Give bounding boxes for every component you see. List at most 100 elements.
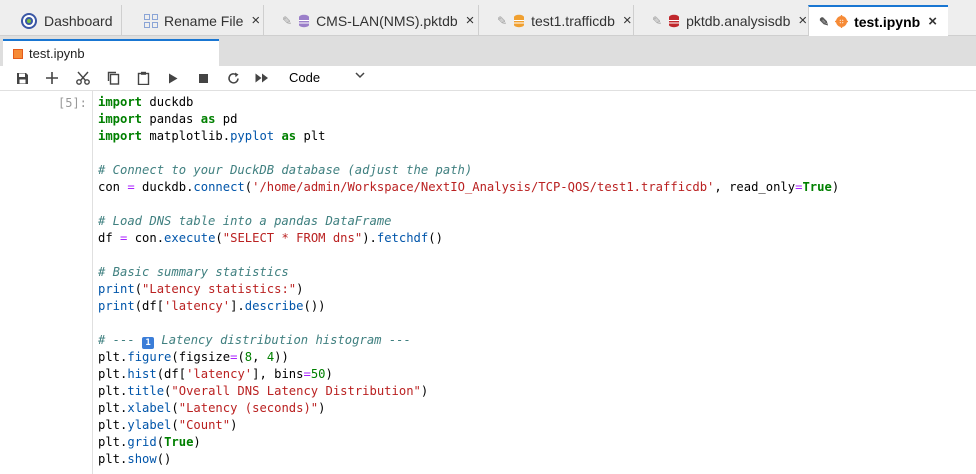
code-token: True xyxy=(164,435,194,449)
pin-icon[interactable]: ✎ xyxy=(652,14,662,28)
code-token: describe xyxy=(244,299,304,313)
code-line[interactable] xyxy=(98,196,839,213)
code-token: grid xyxy=(127,435,157,449)
code-line[interactable]: plt.figure(figsize=(8, 4)) xyxy=(98,349,839,366)
code-token: print xyxy=(98,282,135,296)
code-token: duckdb. xyxy=(134,180,194,194)
save-button[interactable] xyxy=(14,66,30,90)
code-token: ( xyxy=(237,350,245,364)
code-line[interactable]: plt.show() xyxy=(98,451,839,468)
code-line[interactable]: print("Latency statistics:") xyxy=(98,281,839,298)
code-line[interactable]: import matplotlib.pyplot as plt xyxy=(98,128,839,145)
cell-type-dropdown[interactable]: Code xyxy=(289,66,369,88)
restart-button[interactable] xyxy=(225,66,241,90)
code-token: # Connect to your DuckDB database (adjus… xyxy=(98,163,473,177)
copy-button[interactable] xyxy=(105,66,121,90)
database-icon xyxy=(298,14,310,28)
code-line[interactable]: import duckdb xyxy=(98,94,839,111)
code-token: plt. xyxy=(98,350,128,364)
code-token: , xyxy=(252,350,267,364)
code-token: plt. xyxy=(98,384,128,398)
run-all-button[interactable] xyxy=(254,66,270,90)
code-token: '/home/admin/Workspace/NextIO_Analysis/T… xyxy=(252,180,715,194)
code-token: matplotlib xyxy=(142,129,223,143)
code-token: show xyxy=(127,452,157,466)
close-icon[interactable]: × xyxy=(623,12,632,29)
pin-icon[interactable]: ✎ xyxy=(497,14,507,28)
code-line[interactable]: # Basic summary statistics xyxy=(98,264,839,281)
tab-label: Rename File xyxy=(164,12,244,29)
code-line[interactable]: plt.hist(df['latency'], bins=50) xyxy=(98,366,839,383)
tab-rename-file[interactable]: Rename File × xyxy=(121,5,263,36)
code-token: ). xyxy=(362,231,377,245)
interrupt-button[interactable] xyxy=(195,66,211,90)
code-token: "Count" xyxy=(178,418,231,432)
code-token: pandas xyxy=(142,112,201,126)
code-line[interactable]: print(df['latency'].describe()) xyxy=(98,298,839,315)
notebook-icon xyxy=(13,48,23,59)
fast-forward-icon xyxy=(255,73,268,83)
paste-button[interactable] xyxy=(135,66,151,90)
close-icon[interactable]: × xyxy=(466,12,475,29)
code-line[interactable]: # --- 1 Latency distribution histogram -… xyxy=(98,332,839,349)
insert-cell-button[interactable] xyxy=(44,66,60,90)
code-token: title xyxy=(127,384,165,398)
tab-label: test1.trafficdb xyxy=(531,12,615,29)
code-token: True xyxy=(802,180,832,194)
close-icon[interactable]: × xyxy=(251,12,260,29)
code-token: con. xyxy=(127,231,165,245)
code-token: as xyxy=(200,112,216,126)
cell-type-value: Code xyxy=(289,69,321,85)
run-button[interactable] xyxy=(165,66,181,90)
code-line[interactable] xyxy=(98,247,839,264)
code-line[interactable] xyxy=(98,315,839,332)
code-token: import xyxy=(98,112,143,126)
code-line[interactable]: plt.ylabel("Count") xyxy=(98,417,839,434)
pin-icon[interactable]: ✎ xyxy=(819,15,829,29)
notebook-toolbar: Code xyxy=(0,66,976,90)
close-icon[interactable]: × xyxy=(928,13,937,30)
code-token: () xyxy=(428,231,443,245)
code-line[interactable]: plt.xlabel("Latency (seconds)") xyxy=(98,400,839,417)
code-line[interactable]: import pandas as pd xyxy=(98,111,839,128)
code-line[interactable]: df = con.execute("SELECT * FROM dns").fe… xyxy=(98,230,839,247)
code-token: ) xyxy=(296,282,304,296)
code-line[interactable]: # Connect to your DuckDB database (adjus… xyxy=(98,162,839,179)
code-line[interactable]: plt.grid(True) xyxy=(98,434,839,451)
tab-test-ipynb[interactable]: ✎ test.ipynb × xyxy=(808,5,948,36)
tab-cms-lan-pktdb[interactable]: ✎ CMS-LAN(NMS).pktdb × xyxy=(263,5,478,36)
code-token: ( xyxy=(171,418,179,432)
tab-pktdb-analysisdb[interactable]: ✎ pktdb.analysisdb × xyxy=(633,5,808,36)
play-icon xyxy=(169,73,178,83)
code-line[interactable]: # Load DNS table into a pandas DataFrame xyxy=(98,213,839,230)
code-token: ( xyxy=(215,231,223,245)
notebook-icon xyxy=(835,15,849,28)
code-token: # Basic summary statistics xyxy=(98,265,289,279)
tab-dashboard[interactable]: Dashboard xyxy=(4,5,121,36)
code-line[interactable]: con = duckdb.connect('/home/admin/Worksp… xyxy=(98,179,839,196)
code-token: ]. xyxy=(230,299,245,313)
close-icon[interactable]: × xyxy=(798,12,807,29)
code-token: plt. xyxy=(98,452,128,466)
code-token: (df[ xyxy=(156,367,187,381)
cut-button[interactable] xyxy=(75,66,91,90)
code-line[interactable]: plt.title("Overall DNS Latency Distribut… xyxy=(98,383,839,400)
code-token: print xyxy=(98,299,135,313)
code-token: ) xyxy=(420,384,429,398)
code-line[interactable] xyxy=(98,145,839,162)
tab-test1-trafficdb[interactable]: ✎ test1.trafficdb × xyxy=(478,5,633,36)
code-token: ) xyxy=(193,435,201,449)
code-token: hist xyxy=(127,367,157,381)
doc-tab-test-ipynb[interactable]: test.ipynb xyxy=(3,39,219,66)
code-token: 'latency' xyxy=(186,367,253,381)
code-token: con xyxy=(98,180,128,194)
code-token: ], bins xyxy=(252,367,304,381)
notebook-panel: [5]: import duckdb import pandas as pd imp… xyxy=(0,90,976,474)
code-token: duckdb xyxy=(142,95,194,109)
pin-icon[interactable]: ✎ xyxy=(282,14,292,28)
database-icon xyxy=(513,14,525,28)
code-token: = xyxy=(303,367,311,381)
code-token: pd xyxy=(215,112,238,126)
dashboard-icon xyxy=(20,12,38,30)
code-cell-editor[interactable]: import duckdb import pandas as pd import m… xyxy=(98,94,839,468)
